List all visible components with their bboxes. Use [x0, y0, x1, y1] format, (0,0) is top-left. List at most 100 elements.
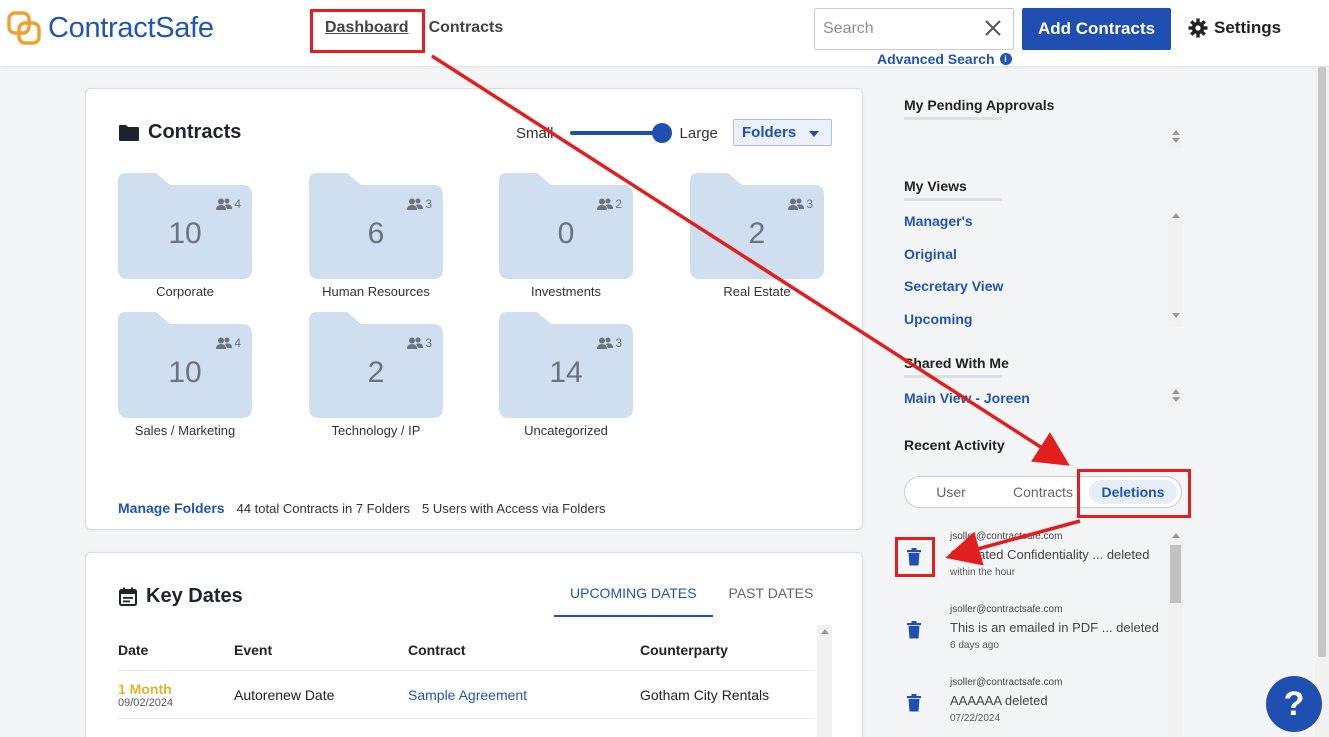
advanced-search-link[interactable]: Advanced Search i [877, 51, 1012, 67]
scroll-up-icon[interactable] [1171, 533, 1180, 538]
total-contracts-text: 44 total Contracts in 7 Folders [236, 501, 411, 516]
shared-view-link[interactable]: Main View - Joreen [904, 390, 1030, 406]
view-mode-value: Folders [742, 124, 797, 141]
folder-tile[interactable]: 2 3 Real Estate [690, 173, 825, 299]
folder-user-count: 3 [615, 336, 622, 350]
activity-description: Outdated Confidentiality ... deleted [950, 547, 1150, 562]
clear-search-icon[interactable] [983, 18, 1003, 38]
folder-size-slider[interactable] [569, 123, 672, 143]
column-header[interactable]: Event [234, 642, 408, 658]
tab-upcoming-dates[interactable]: UPCOMING DATES [554, 577, 713, 617]
help-button[interactable]: ? [1266, 676, 1322, 732]
advanced-search-label: Advanced Search [877, 51, 995, 67]
view-link[interactable]: Secretary View [904, 278, 1003, 294]
search-input[interactable] [815, 9, 975, 49]
my-views-label: My Views [904, 178, 967, 194]
shared-with-me-label: Shared With Me [904, 355, 1009, 371]
view-link[interactable]: Original [904, 246, 957, 262]
activity-scrollbar[interactable] [1168, 529, 1183, 737]
tab-past-dates[interactable]: PAST DATES [713, 577, 830, 617]
folder-tile[interactable]: 14 3 Uncategorized [499, 312, 634, 438]
logo-mark-icon [7, 11, 41, 45]
page-scrollbar-thumb[interactable] [1318, 67, 1326, 657]
nav-contracts[interactable]: Contracts [429, 19, 504, 37]
activity-time: within the hour [950, 567, 1016, 578]
folder-icon [119, 124, 139, 141]
tab-contracts[interactable]: Contracts [997, 484, 1089, 500]
section-underline [904, 198, 1002, 201]
scroll-up-icon[interactable] [820, 629, 829, 634]
table-row[interactable]: 1 Month 09/02/2024 Autorenew Date Sample… [118, 671, 814, 719]
top-header: ContractSafe Dashboard Contracts Advance… [0, 0, 1329, 67]
scrollbar-thumb[interactable] [1170, 545, 1181, 603]
activity-user: jsoller@contractsafe.com [950, 677, 1063, 688]
contract-link[interactable]: Sample Agreement [408, 687, 640, 703]
manage-folders-link[interactable]: Manage Folders [118, 500, 225, 516]
pending-scrollbar[interactable] [1168, 128, 1183, 148]
users-icon [788, 198, 805, 210]
my-views-title: My Views [904, 178, 1002, 201]
slider-knob[interactable] [651, 123, 672, 143]
folder-name: Sales / Marketing [134, 423, 236, 438]
view-mode-select[interactable]: Folders [733, 119, 832, 146]
shared-scrollbar[interactable] [1168, 387, 1183, 407]
activity-description: AAAAAA deleted [950, 693, 1048, 708]
relative-date: 1 Month [118, 680, 172, 697]
tab-user[interactable]: User [905, 484, 997, 500]
scroll-up-icon[interactable] [1171, 130, 1180, 135]
column-header[interactable]: Counterparty [640, 642, 814, 658]
column-header[interactable]: Date [118, 642, 234, 658]
folder-tile[interactable]: 10 4 Sales / Marketing [118, 312, 253, 438]
folder-users: 3 [597, 336, 622, 350]
users-access-text: 5 Users with Access via Folders [422, 501, 606, 516]
column-header[interactable]: Contract [408, 642, 640, 658]
views-scrollbar[interactable] [1168, 209, 1183, 327]
view-link[interactable]: Upcoming [904, 311, 972, 327]
pending-approvals-label: My Pending Approvals [904, 97, 1055, 113]
folder-footer: Manage Folders 44 total Contracts in 7 F… [118, 500, 606, 516]
date-cell: 1 Month 09/02/2024 [118, 681, 234, 709]
folder-name: Investments [530, 284, 602, 299]
scroll-up-icon[interactable] [1171, 213, 1180, 218]
contracts-title-text: Contracts [148, 121, 242, 143]
scroll-up-icon[interactable] [1171, 389, 1180, 394]
activity-item: jsoller@contractsafe.com AAAAAA deleted … [950, 677, 1165, 724]
folder-tile[interactable]: 0 2 Investments [499, 173, 634, 299]
scroll-down-icon[interactable] [1171, 397, 1180, 402]
folder-name: Uncategorized [524, 423, 608, 438]
contracts-card-title: Contracts [118, 121, 241, 144]
caret-down-icon [809, 131, 819, 137]
activity-user: jsoller@contractsafe.com [950, 604, 1063, 615]
activity-description: This is an emailed in PDF ... deleted [950, 620, 1159, 635]
highlight-dashboard [310, 9, 425, 53]
scroll-down-icon[interactable] [1171, 138, 1180, 143]
users-icon [216, 337, 233, 349]
brand-logo[interactable]: ContractSafe [6, 10, 214, 46]
folder-tile[interactable]: 10 4 Corporate [118, 173, 253, 299]
highlight-deletions-tab [1077, 469, 1191, 518]
recent-activity-label: Recent Activity [904, 437, 1005, 453]
users-icon [407, 337, 424, 349]
view-link[interactable]: Manager's [904, 213, 973, 229]
add-contracts-button[interactable]: Add Contracts [1022, 8, 1171, 50]
page-scrollbar[interactable] [1315, 67, 1329, 737]
folder-tile[interactable]: 6 3 Human Resources [309, 173, 444, 299]
event-cell: Autorenew Date [234, 686, 335, 703]
folder-count: 2 [748, 217, 766, 250]
scroll-down-icon[interactable] [1171, 313, 1180, 318]
key-dates-scrollbar[interactable] [817, 625, 832, 737]
folder-users: 4 [216, 197, 241, 211]
highlight-trash-icon [895, 537, 935, 577]
settings-button[interactable]: Settings [1188, 18, 1281, 38]
gear-icon [1188, 18, 1208, 38]
section-underline [904, 375, 1002, 378]
folder-count: 10 [168, 356, 202, 389]
trash-icon[interactable] [906, 694, 922, 712]
calendar-icon [119, 587, 137, 606]
recent-activity-title: Recent Activity [904, 437, 1005, 453]
folder-name: Corporate [156, 284, 214, 299]
trash-icon[interactable] [906, 621, 922, 639]
folder-count: 2 [367, 356, 385, 389]
folder-user-count: 3 [425, 336, 432, 350]
folder-tile[interactable]: 2 3 Technology / IP [309, 312, 444, 438]
